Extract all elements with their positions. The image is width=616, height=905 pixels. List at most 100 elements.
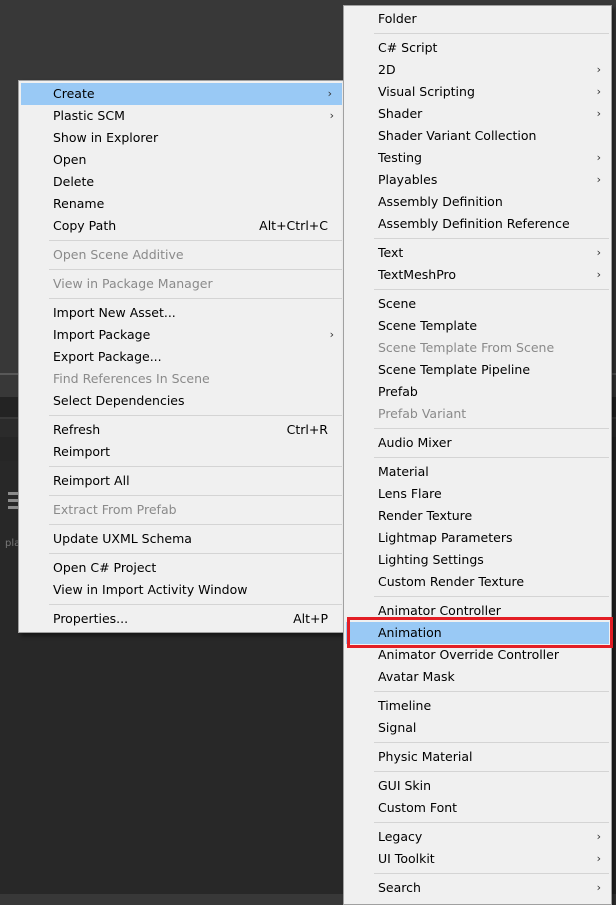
create-menu-item-signal[interactable]: Signal xyxy=(344,717,611,739)
chevron-right-icon: › xyxy=(329,109,334,122)
context-menu-item-show-in-explorer[interactable]: Show in Explorer xyxy=(19,127,344,149)
create-menu-item-legacy[interactable]: Legacy › xyxy=(344,826,611,848)
create-menu-item-custom-render-texture[interactable]: Custom Render Texture xyxy=(344,571,611,593)
context-menu-item-extract-from-prefab: Extract From Prefab xyxy=(19,499,344,521)
menu-item-label: Physic Material xyxy=(378,749,473,764)
create-menu-item-shader[interactable]: Shader › xyxy=(344,103,611,125)
menu-item-label: Find References In Scene xyxy=(53,371,210,386)
menu-item-label: Playables xyxy=(378,172,438,187)
create-menu-item-search[interactable]: Search › xyxy=(344,877,611,899)
chevron-right-icon: › xyxy=(596,173,601,186)
menu-item-label: Audio Mixer xyxy=(378,435,452,450)
create-menu-item-render-texture[interactable]: Render Texture xyxy=(344,505,611,527)
menu-item-label: Shader xyxy=(378,106,423,121)
create-menu-item-scene-template[interactable]: Scene Template xyxy=(344,315,611,337)
menu-item-label: Lighting Settings xyxy=(378,552,484,567)
create-menu-item-2d[interactable]: 2D › xyxy=(344,59,611,81)
context-menu-item-open-scene-additive: Open Scene Additive xyxy=(19,244,344,266)
context-menu-item-open[interactable]: Open xyxy=(19,149,344,171)
menu-item-label: View in Package Manager xyxy=(53,276,213,291)
create-menu-item-prefab[interactable]: Prefab xyxy=(344,381,611,403)
create-menu-item-lens-flare[interactable]: Lens Flare xyxy=(344,483,611,505)
create-menu-item-lightmap-parameters[interactable]: Lightmap Parameters xyxy=(344,527,611,549)
menu-item-label: Rename xyxy=(53,196,105,211)
menu-item-label: Plastic SCM xyxy=(53,108,125,123)
create-menu-item-playables[interactable]: Playables › xyxy=(344,169,611,191)
context-menu-item-refresh[interactable]: Refresh Ctrl+R xyxy=(19,419,344,441)
menu-separator xyxy=(49,269,342,270)
create-menu-item-testing[interactable]: Testing › xyxy=(344,147,611,169)
context-menu-item-plastic-scm[interactable]: Plastic SCM › xyxy=(19,105,344,127)
menu-separator xyxy=(374,457,609,458)
menu-separator xyxy=(374,428,609,429)
menu-item-label: Animator Override Controller xyxy=(378,647,559,662)
menu-item-label: Export Package... xyxy=(53,349,162,364)
menu-separator xyxy=(49,495,342,496)
menu-item-label: Prefab Variant xyxy=(378,406,467,421)
create-menu-item-assembly-definition[interactable]: Assembly Definition xyxy=(344,191,611,213)
menu-item-label: Create xyxy=(53,86,95,101)
menu-separator xyxy=(49,604,342,605)
menu-item-label: Scene xyxy=(378,296,417,311)
context-menu-item-export-package[interactable]: Export Package... xyxy=(19,346,344,368)
create-menu-item-ui-toolkit[interactable]: UI Toolkit › xyxy=(344,848,611,870)
create-menu-item-shader-variant-collection[interactable]: Shader Variant Collection xyxy=(344,125,611,147)
context-menu-item-select-dependencies[interactable]: Select Dependencies xyxy=(19,390,344,412)
create-menu-item-material[interactable]: Material xyxy=(344,461,611,483)
create-menu-item-audio-mixer[interactable]: Audio Mixer xyxy=(344,432,611,454)
context-menu-item-update-uxml-schema[interactable]: Update UXML Schema xyxy=(19,528,344,550)
create-menu-item-scene-template-pipeline[interactable]: Scene Template Pipeline xyxy=(344,359,611,381)
create-menu-item-text[interactable]: Text › xyxy=(344,242,611,264)
create-menu-item-lighting-settings[interactable]: Lighting Settings xyxy=(344,549,611,571)
create-menu-item-avatar-mask[interactable]: Avatar Mask xyxy=(344,666,611,688)
menu-separator xyxy=(374,33,609,34)
menu-item-label: Properties... xyxy=(53,611,129,626)
create-menu-item-scene[interactable]: Scene xyxy=(344,293,611,315)
menu-item-label: UI Toolkit xyxy=(378,851,435,866)
context-menu-item-create[interactable]: Create › xyxy=(21,83,342,105)
menu-item-label: Open xyxy=(53,152,87,167)
context-menu-item-rename[interactable]: Rename xyxy=(19,193,344,215)
create-menu-item-textmeshpro[interactable]: TextMeshPro › xyxy=(344,264,611,286)
context-menu-item-import-package[interactable]: Import Package › xyxy=(19,324,344,346)
context-menu-item-view-in-import-activity-window[interactable]: View in Import Activity Window xyxy=(19,579,344,601)
chevron-right-icon: › xyxy=(596,63,601,76)
create-menu-item-scene-template-from-scene: Scene Template From Scene xyxy=(344,337,611,359)
context-menu-item-reimport-all[interactable]: Reimport All xyxy=(19,470,344,492)
chevron-right-icon: › xyxy=(327,87,332,100)
context-menu-item-import-new-asset[interactable]: Import New Asset... xyxy=(19,302,344,324)
menu-separator xyxy=(374,596,609,597)
shortcut-label: Alt+Ctrl+C xyxy=(259,218,328,233)
menu-item-label: Reimport xyxy=(53,444,111,459)
menu-item-label: Folder xyxy=(378,11,417,26)
create-menu-item-gui-skin[interactable]: GUI Skin xyxy=(344,775,611,797)
context-menu-item-open-c-project[interactable]: Open C# Project xyxy=(19,557,344,579)
menu-separator xyxy=(374,691,609,692)
create-menu-item-assembly-definition-reference[interactable]: Assembly Definition Reference xyxy=(344,213,611,235)
menu-item-label: Prefab xyxy=(378,384,418,399)
menu-separator xyxy=(49,240,342,241)
menu-separator xyxy=(374,822,609,823)
menu-item-label: Open C# Project xyxy=(53,560,157,575)
create-menu-item-folder[interactable]: Folder xyxy=(344,8,611,30)
highlight-callout-box xyxy=(347,617,613,648)
context-menu-item-copy-path[interactable]: Copy Path Alt+Ctrl+C xyxy=(19,215,344,237)
menu-item-label: Import New Asset... xyxy=(53,305,176,320)
create-menu-item-visual-scripting[interactable]: Visual Scripting › xyxy=(344,81,611,103)
create-menu-item-custom-font[interactable]: Custom Font xyxy=(344,797,611,819)
create-menu-item-c-script[interactable]: C# Script xyxy=(344,37,611,59)
menu-item-label: Text xyxy=(378,245,404,260)
context-menu-item-properties[interactable]: Properties... Alt+P xyxy=(19,608,344,630)
chevron-right-icon: › xyxy=(596,85,601,98)
create-menu-item-physic-material[interactable]: Physic Material xyxy=(344,746,611,768)
menu-item-label: Assembly Definition xyxy=(378,194,503,209)
menu-separator xyxy=(49,415,342,416)
chevron-right-icon: › xyxy=(596,151,601,164)
create-menu-item-timeline[interactable]: Timeline xyxy=(344,695,611,717)
menu-item-label: Update UXML Schema xyxy=(53,531,192,546)
menu-item-label: Legacy xyxy=(378,829,423,844)
context-menu-item-reimport[interactable]: Reimport xyxy=(19,441,344,463)
shortcut-label: Alt+P xyxy=(293,611,328,626)
context-menu-item-delete[interactable]: Delete xyxy=(19,171,344,193)
menu-item-label: 2D xyxy=(378,62,396,77)
